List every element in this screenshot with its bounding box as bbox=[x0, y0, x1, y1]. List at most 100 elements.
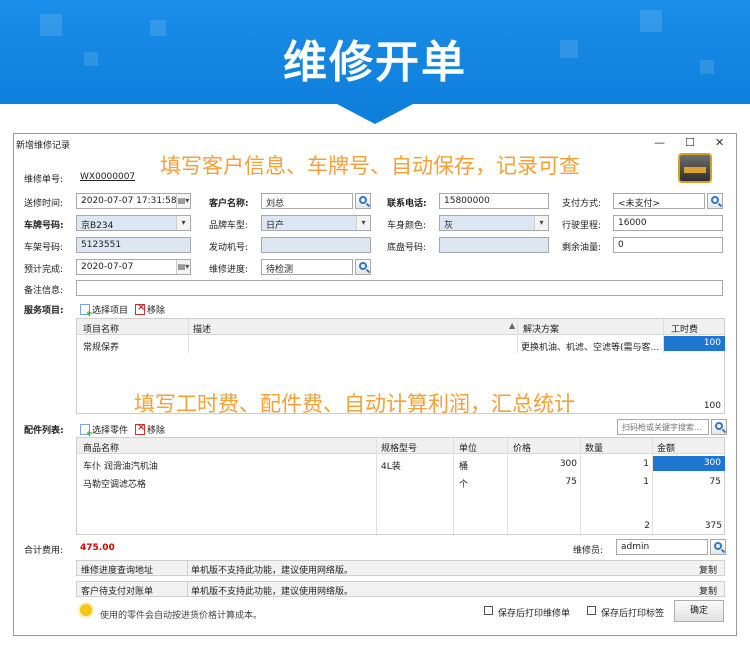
remark-label: 备注信息: bbox=[24, 286, 64, 296]
chevron-down-icon[interactable]: ▾ bbox=[534, 216, 548, 230]
progress-search-icon[interactable] bbox=[355, 259, 371, 275]
copy-statement-button[interactable]: 复制 bbox=[699, 584, 717, 597]
payment-search-icon[interactable] bbox=[707, 193, 723, 209]
delete-icon bbox=[135, 422, 145, 435]
service-solution: 更换机油、机滤、空滤等(需与客... bbox=[521, 343, 660, 353]
part-amount-cell[interactable]: 300 bbox=[653, 456, 725, 471]
column-divider bbox=[652, 438, 653, 536]
chassis-field[interactable] bbox=[439, 237, 549, 253]
part-name: 马勒空调滤芯格 bbox=[83, 480, 147, 490]
customer-label: 客户名称: bbox=[209, 199, 249, 209]
part-unit: 桶 bbox=[459, 462, 469, 472]
column-header[interactable]: 商品名称 bbox=[83, 441, 119, 454]
calendar-dropdown-icon[interactable]: ▤▾ bbox=[176, 194, 190, 208]
mechanic-field[interactable]: admin bbox=[616, 539, 708, 555]
column-header[interactable]: 单位 bbox=[459, 441, 477, 454]
progress-field[interactable]: 待检测 bbox=[261, 259, 353, 275]
phone-label: 联系电话: bbox=[387, 199, 427, 209]
remove-part-button[interactable]: 移除 bbox=[135, 422, 166, 436]
select-part-button[interactable]: 选择零件 bbox=[80, 423, 129, 439]
mechanic-label: 维修员: bbox=[573, 546, 604, 556]
copy-query-button[interactable]: 复制 bbox=[699, 563, 717, 576]
print-order-checkbox[interactable] bbox=[484, 606, 493, 615]
minimize-button[interactable]: — bbox=[654, 136, 665, 149]
customer-search-icon[interactable] bbox=[355, 193, 371, 209]
confirm-button[interactable]: 确定 bbox=[674, 600, 724, 622]
fuel-field[interactable]: 0 bbox=[613, 237, 723, 253]
payment-label: 支付方式: bbox=[562, 199, 602, 209]
color-label: 车身颜色: bbox=[387, 221, 427, 231]
annotation-top: 填写客户信息、车牌号、自动保存，记录可查 bbox=[160, 154, 580, 178]
column-header[interactable]: 描述 bbox=[193, 322, 211, 335]
remove-service-label: 移除 bbox=[147, 306, 166, 316]
remark-field[interactable] bbox=[76, 280, 723, 296]
select-part-label: 选择零件 bbox=[92, 426, 129, 436]
brand-value: 日产 bbox=[266, 221, 285, 231]
frame-label: 车架号码: bbox=[24, 243, 64, 253]
finish-date-picker[interactable]: 2020-07-07 ▤▾ bbox=[76, 259, 191, 275]
print-label-label: 保存后打印标签 bbox=[601, 609, 665, 619]
calendar-dropdown-icon[interactable]: ▤▾ bbox=[176, 260, 190, 274]
banner: 维修开单 bbox=[0, 0, 750, 104]
plate-label: 车牌号码: bbox=[24, 221, 64, 231]
select-service-label: 选择项目 bbox=[92, 306, 129, 316]
column-header[interactable]: 工时费 bbox=[671, 322, 698, 335]
chevron-down-icon[interactable]: ▾ bbox=[176, 216, 190, 230]
frame-field[interactable]: 5123551 bbox=[76, 237, 191, 253]
tip-text: 使用的零件会自动按进货价格计算成本。 bbox=[100, 611, 263, 621]
service-name: 常规保养 bbox=[83, 343, 120, 353]
total-value: 475.00 bbox=[80, 543, 115, 553]
send-time-picker[interactable]: 2020-07-07 17:31:58 ▤▾ bbox=[76, 193, 191, 209]
color-select[interactable]: 灰 ▾ bbox=[439, 215, 549, 231]
lightbulb-icon bbox=[80, 604, 92, 616]
print-label-checkbox[interactable] bbox=[587, 606, 596, 615]
divider bbox=[187, 561, 188, 575]
part-amount: 75 bbox=[709, 477, 721, 487]
service-fee-cell[interactable]: 100 bbox=[664, 336, 725, 351]
finish-label: 预计完成: bbox=[24, 265, 64, 275]
annotation-middle: 填写工时费、配件费、自动计算利润，汇总统计 bbox=[134, 392, 575, 416]
engine-field[interactable] bbox=[261, 237, 371, 253]
parts-total-qty: 2 bbox=[644, 521, 650, 531]
brand-label: 品牌车型: bbox=[209, 221, 249, 231]
maximize-button[interactable]: ☐ bbox=[685, 136, 695, 149]
select-service-button[interactable]: 选择项目 bbox=[80, 303, 129, 319]
payment-value: <未支付> bbox=[618, 199, 661, 209]
print-order-label: 保存后打印维修单 bbox=[498, 609, 571, 619]
total-label: 合计费用: bbox=[24, 546, 64, 556]
part-qty: 1 bbox=[643, 477, 649, 487]
column-header[interactable]: 数量 bbox=[585, 441, 603, 454]
progress-label: 维修进度: bbox=[209, 265, 249, 275]
brand-select[interactable]: 日产 ▾ bbox=[261, 215, 371, 231]
column-header[interactable]: 解决方案 bbox=[523, 322, 559, 335]
column-divider bbox=[507, 438, 508, 536]
color-value: 灰 bbox=[444, 221, 454, 231]
remove-service-button[interactable]: 移除 bbox=[135, 302, 166, 316]
mileage-field[interactable]: 16000 bbox=[613, 215, 723, 231]
order-no-value: WX0000007 bbox=[80, 172, 136, 182]
customer-field[interactable]: 刘总 bbox=[261, 193, 353, 209]
mileage-value: 16000 bbox=[618, 218, 647, 228]
remove-part-label: 移除 bbox=[147, 426, 166, 436]
close-button[interactable]: ✕ bbox=[715, 136, 724, 149]
dialog-window: 新增维修记录 — ☐ ✕ 填写客户信息、车牌号、自动保存，记录可查 维修单号: … bbox=[13, 133, 737, 636]
column-header[interactable]: 价格 bbox=[513, 441, 531, 454]
payment-field[interactable]: <未支付> bbox=[613, 193, 705, 209]
part-search-icon[interactable] bbox=[711, 419, 727, 435]
column-header[interactable]: 规格型号 bbox=[381, 441, 417, 454]
mechanic-search-icon[interactable] bbox=[710, 539, 726, 555]
chevron-down-icon[interactable]: ▾ bbox=[356, 216, 370, 230]
column-header[interactable]: 金额 bbox=[657, 441, 675, 454]
finish-value: 2020-07-07 bbox=[81, 262, 134, 272]
column-header[interactable]: 项目名称 bbox=[83, 322, 119, 335]
phone-field[interactable]: 15800000 bbox=[439, 193, 549, 209]
part-search-input[interactable] bbox=[617, 419, 709, 435]
send-time-label: 送修时间: bbox=[24, 199, 64, 209]
plate-value: 京B234 bbox=[81, 221, 114, 231]
customer-value: 刘总 bbox=[266, 199, 285, 209]
plate-field[interactable]: 京B234 ▾ bbox=[76, 215, 191, 231]
banner-pointer bbox=[337, 104, 413, 124]
mileage-label: 行驶里程: bbox=[562, 221, 602, 231]
chassis-label: 底盘号码: bbox=[387, 243, 427, 253]
window-title: 新增维修记录 bbox=[16, 141, 71, 151]
